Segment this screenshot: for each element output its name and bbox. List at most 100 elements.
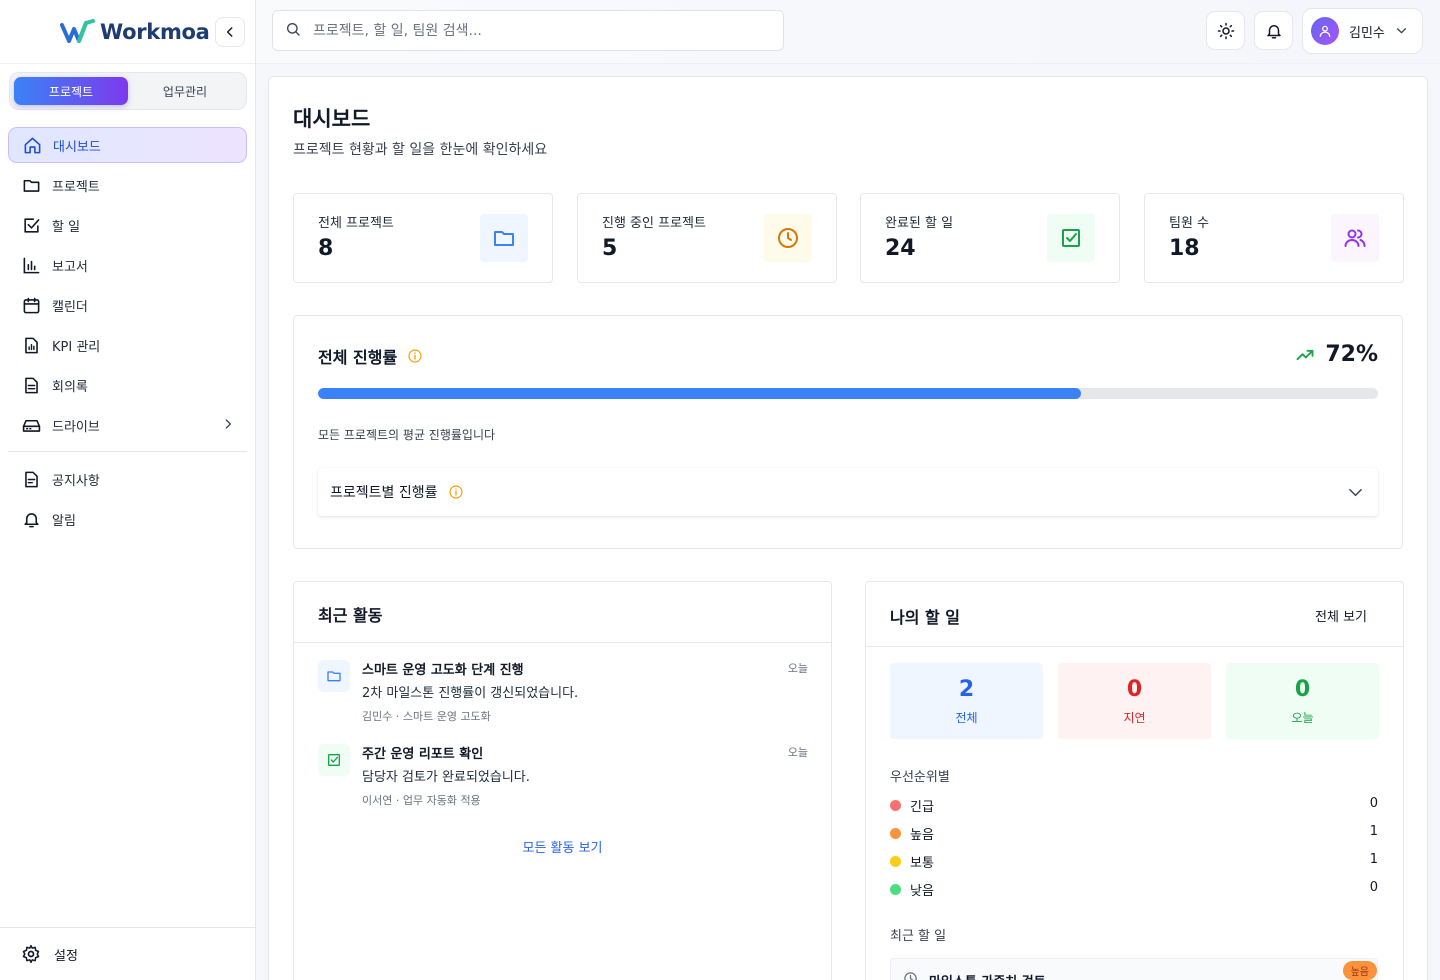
stat-label: 진행 중인 프로젝트 — [602, 216, 706, 231]
info-icon[interactable] — [448, 484, 464, 500]
bar-chart-icon — [21, 255, 41, 275]
settings-label: 설정 — [54, 948, 78, 964]
avatar — [1311, 17, 1339, 45]
priority-row-normal: 보통 1 — [890, 851, 1378, 871]
main-content: 대시보드 프로젝트 현황과 할 일을 한눈에 확인하세요 전체 프로젝트 8 진… — [268, 76, 1428, 980]
progress-bar-fill — [318, 388, 1082, 399]
bell-icon — [1266, 24, 1281, 38]
search-input[interactable] — [313, 22, 753, 39]
sidebar-item-label: 대시보드 — [53, 139, 101, 155]
users-icon — [1331, 214, 1379, 262]
brand-name: Workmoa — [100, 19, 210, 44]
sidebar-item-minutes[interactable]: 회의록 — [8, 367, 247, 403]
accordion-title: 프로젝트별 진행률 — [330, 485, 438, 501]
search-box — [272, 10, 784, 51]
stat-card-total-projects: 전체 프로젝트 8 — [293, 193, 553, 283]
kpi-file-icon — [21, 335, 41, 355]
sidebar-item-notices[interactable]: 공지사항 — [8, 461, 247, 497]
recent-activity-card: 최근 활동 스마트 운영 고도화 단계 진행 2차 마일스톤 진행률이 갱신되었… — [293, 581, 832, 980]
user-menu-button[interactable]: 김민수 — [1302, 8, 1423, 54]
activity-time: 오늘 — [787, 662, 808, 675]
progress-title-row: 전체 진행률 — [318, 344, 423, 368]
todo-summary-overdue[interactable]: 0 지연 — [1058, 663, 1211, 739]
document-icon — [21, 375, 41, 395]
home-icon — [22, 135, 42, 155]
priority-dot — [890, 827, 901, 839]
sidebar-item-label: KPI 관리 — [52, 339, 101, 355]
sidebar-item-label: 드라이브 — [52, 419, 100, 435]
sidebar-item-calendar[interactable]: 캘린더 — [8, 287, 247, 323]
sidebar-item-reports[interactable]: 보고서 — [8, 247, 247, 283]
gear-icon — [21, 944, 41, 964]
checkbox-icon — [21, 215, 41, 235]
folder-icon — [480, 214, 528, 262]
topbar: 김민수 — [256, 0, 1440, 64]
folder-icon — [21, 175, 41, 195]
recent-todo-item[interactable]: 마일스톤 가중치 검토 높음 — [890, 958, 1378, 980]
priority-dot — [890, 883, 901, 895]
activity-meta: 이서연 · 업무 자동화 적용 — [362, 794, 481, 807]
priority-title: 우선순위별 — [890, 770, 950, 785]
folder-icon — [318, 660, 350, 692]
mode-work-button[interactable]: 업무관리 — [128, 77, 242, 105]
sidebar-item-label: 공지사항 — [52, 473, 100, 489]
priority-count: 0 — [1369, 796, 1378, 811]
recent-todos-title: 최근 할 일 — [890, 929, 947, 944]
progress-percent: 72% — [1295, 342, 1378, 367]
stat-label: 팀원 수 — [1169, 216, 1210, 231]
sidebar-item-alerts[interactable]: 알림 — [8, 501, 247, 537]
view-all-todos-link[interactable]: 전체 보기 — [1315, 606, 1367, 625]
theme-toggle-button[interactable] — [1206, 11, 1245, 50]
activity-title-text: 주간 운영 리포트 확인 — [362, 747, 484, 762]
chevron-down-icon — [1347, 484, 1364, 505]
sidebar-item-drive[interactable]: 드라이브 — [8, 407, 247, 443]
sidebar-item-settings[interactable]: 설정 — [0, 927, 256, 980]
view-all-activity-link[interactable]: 모든 활동 보기 — [294, 837, 831, 856]
stat-label: 전체 프로젝트 — [318, 216, 394, 231]
sidebar-item-label: 프로젝트 — [52, 179, 100, 195]
progress-title: 전체 진행률 — [318, 348, 398, 367]
priority-row-high: 높음 1 — [890, 823, 1378, 843]
drive-icon — [21, 415, 41, 435]
summary-number: 2 — [958, 677, 975, 702]
sidebar-collapse-button[interactable] — [215, 17, 245, 47]
check-square-icon — [318, 744, 350, 776]
todo-summary-total[interactable]: 2 전체 — [890, 663, 1043, 739]
workmoa-logo-icon — [60, 18, 96, 45]
sun-icon — [1217, 22, 1234, 39]
sidebar-item-projects[interactable]: 프로젝트 — [8, 167, 247, 203]
bell-icon — [21, 509, 41, 529]
page-title: 대시보드 — [293, 107, 371, 131]
sidebar-item-label: 할 일 — [52, 219, 81, 235]
todo-summary-today[interactable]: 0 오늘 — [1226, 663, 1379, 739]
info-icon[interactable] — [407, 348, 423, 364]
stat-value: 8 — [318, 236, 334, 261]
stat-value: 5 — [602, 236, 618, 261]
summary-label: 오늘 — [1291, 711, 1314, 725]
priority-label: 높음 — [910, 827, 934, 843]
chevron-right-icon — [221, 417, 235, 435]
divider — [866, 646, 1403, 647]
sidebar-item-label: 알림 — [52, 513, 76, 529]
chevron-down-icon — [1395, 22, 1408, 41]
sidebar-item-todo[interactable]: 할 일 — [8, 207, 247, 243]
progress-bar — [318, 388, 1378, 399]
logo-row: Workmoa — [0, 0, 255, 64]
priority-count: 1 — [1369, 852, 1378, 867]
clock-icon — [903, 971, 918, 980]
priority-label: 보통 — [910, 855, 934, 871]
trending-up-icon — [1295, 345, 1315, 365]
sidebar-item-dashboard[interactable]: 대시보드 — [8, 127, 247, 163]
sidebar-item-label: 캘린더 — [52, 299, 88, 315]
stat-value: 24 — [885, 236, 916, 261]
sidebar-nav: 대시보드 프로젝트 할 일 보고서 캘린더 KPI 관리 회의록 드라이브 공지… — [8, 127, 247, 541]
sidebar-item-kpi[interactable]: KPI 관리 — [8, 327, 247, 363]
project-progress-accordion[interactable]: 프로젝트별 진행률 — [318, 468, 1378, 516]
priority-label: 낮음 — [910, 883, 934, 899]
notifications-button[interactable] — [1254, 11, 1293, 50]
priority-label: 긴급 — [910, 799, 934, 815]
summary-number: 0 — [1126, 677, 1143, 702]
todo-title: 나의 할 일 — [890, 608, 961, 627]
activity-time: 오늘 — [787, 746, 808, 759]
mode-project-button[interactable]: 프로젝트 — [14, 77, 128, 105]
